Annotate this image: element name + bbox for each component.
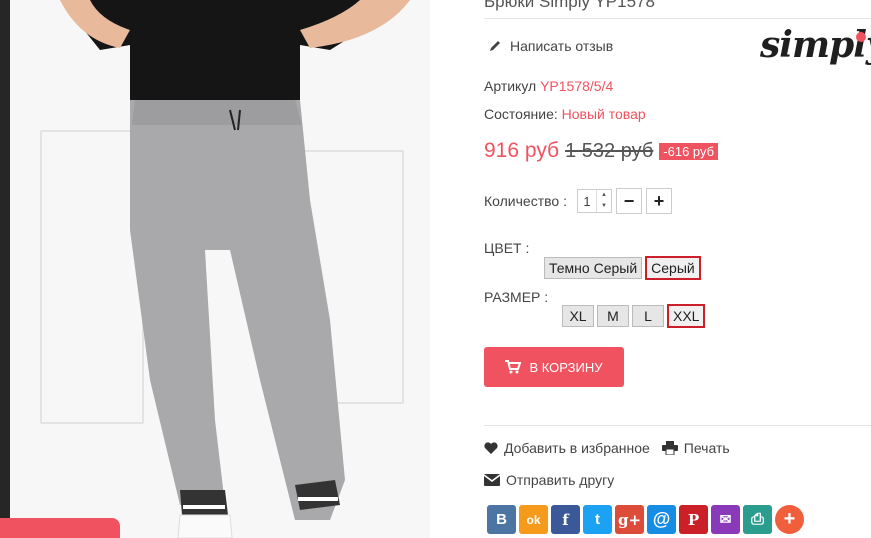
print-share-icon[interactable]: ⎙: [743, 505, 772, 534]
model-illustration: [60, 0, 410, 538]
send-to-friend-label: Отправить другу: [506, 472, 615, 488]
social-share-bar: B ok f t g+ @ P ✉ ⎙ +: [487, 505, 807, 534]
discount-badge: -616 руб: [659, 142, 719, 160]
mailru-share-icon[interactable]: @: [647, 505, 676, 534]
quantity-input[interactable]: 1: [578, 194, 596, 209]
pinterest-share-icon[interactable]: P: [679, 505, 708, 534]
quantity-spinner[interactable]: ▲ ▼: [595, 190, 611, 212]
article-label: Артикул: [484, 78, 537, 94]
spin-down-icon[interactable]: ▼: [597, 201, 611, 212]
add-to-favorites-link[interactable]: Добавить в избранное: [484, 440, 650, 456]
article-row: Артикул YP1578/5/4: [484, 78, 613, 94]
twitter-share-icon[interactable]: t: [583, 505, 612, 534]
print-link[interactable]: Печать: [661, 440, 730, 456]
quantity-stepper[interactable]: 1 ▲ ▼: [576, 189, 612, 213]
divider: [484, 425, 871, 426]
send-friend-row: Отправить другу: [484, 472, 626, 488]
add-to-cart-label: В КОРЗИНУ: [529, 359, 603, 375]
spin-up-icon[interactable]: ▲: [597, 190, 611, 201]
pencil-icon: [488, 39, 502, 53]
product-title: Брюки Simply YP1578: [484, 0, 655, 11]
condition-row: Состояние: Новый товар: [484, 106, 646, 122]
product-photo[interactable]: [0, 0, 430, 538]
vk-share-icon[interactable]: B: [487, 505, 516, 534]
add-to-cart-button[interactable]: В КОРЗИНУ: [484, 347, 624, 387]
color-options: Темно Серый Серый: [544, 256, 704, 280]
brand-logo: simply: [760, 24, 871, 66]
size-option-xxl[interactable]: XXL: [667, 304, 706, 328]
printer-icon: [661, 441, 678, 455]
send-to-friend-link[interactable]: Отправить другу: [484, 472, 614, 488]
divider: [484, 18, 871, 19]
add-to-favorites-label: Добавить в избранное: [504, 440, 650, 456]
condition-value: Новый товар: [561, 106, 646, 122]
write-review-label: Написать отзыв: [510, 38, 614, 54]
actions-row: Добавить в избранное Печать: [484, 440, 742, 456]
increase-quantity-button[interactable]: +: [645, 188, 672, 214]
brand-logo-text: simply: [760, 24, 871, 66]
color-label-row: ЦВЕТ :: [484, 240, 529, 256]
size-option-xl[interactable]: XL: [562, 305, 594, 327]
write-review-link[interactable]: Написать отзыв: [484, 38, 613, 54]
color-option-dark-gray[interactable]: Темно Серый: [544, 257, 643, 279]
decrease-quantity-button[interactable]: −: [615, 188, 642, 214]
size-options: XL M L XXL: [562, 304, 708, 328]
quantity-label: Количество :: [484, 193, 567, 209]
condition-label: Состояние:: [484, 106, 558, 122]
old-price: 1 532 руб: [565, 139, 654, 162]
color-label: ЦВЕТ :: [484, 240, 530, 256]
color-option-gray[interactable]: Серый: [645, 256, 701, 280]
heart-icon: [484, 441, 498, 454]
size-option-m[interactable]: M: [597, 305, 629, 327]
cart-icon: [505, 360, 522, 374]
size-option-l[interactable]: L: [632, 305, 664, 327]
envelope-icon: [484, 474, 500, 486]
promo-ribbon: [0, 518, 120, 538]
current-price: 916 руб: [484, 139, 560, 162]
more-share-icon[interactable]: +: [775, 505, 804, 534]
price-row: 916 руб 1 532 руб -616 руб: [484, 139, 719, 163]
google-plus-share-icon[interactable]: g+: [615, 505, 644, 534]
email-share-icon[interactable]: ✉: [711, 505, 740, 534]
print-label: Печать: [683, 440, 730, 456]
logo-dot: [856, 32, 866, 42]
facebook-share-icon[interactable]: f: [551, 505, 580, 534]
odnoklassniki-share-icon[interactable]: ok: [519, 505, 548, 534]
size-label-row: РАЗМЕР :: [484, 289, 548, 305]
article-value: YP1578/5/4: [540, 78, 614, 94]
quantity-row: Количество : 1 ▲ ▼ − +: [484, 188, 672, 214]
size-label: РАЗМЕР :: [484, 289, 549, 305]
